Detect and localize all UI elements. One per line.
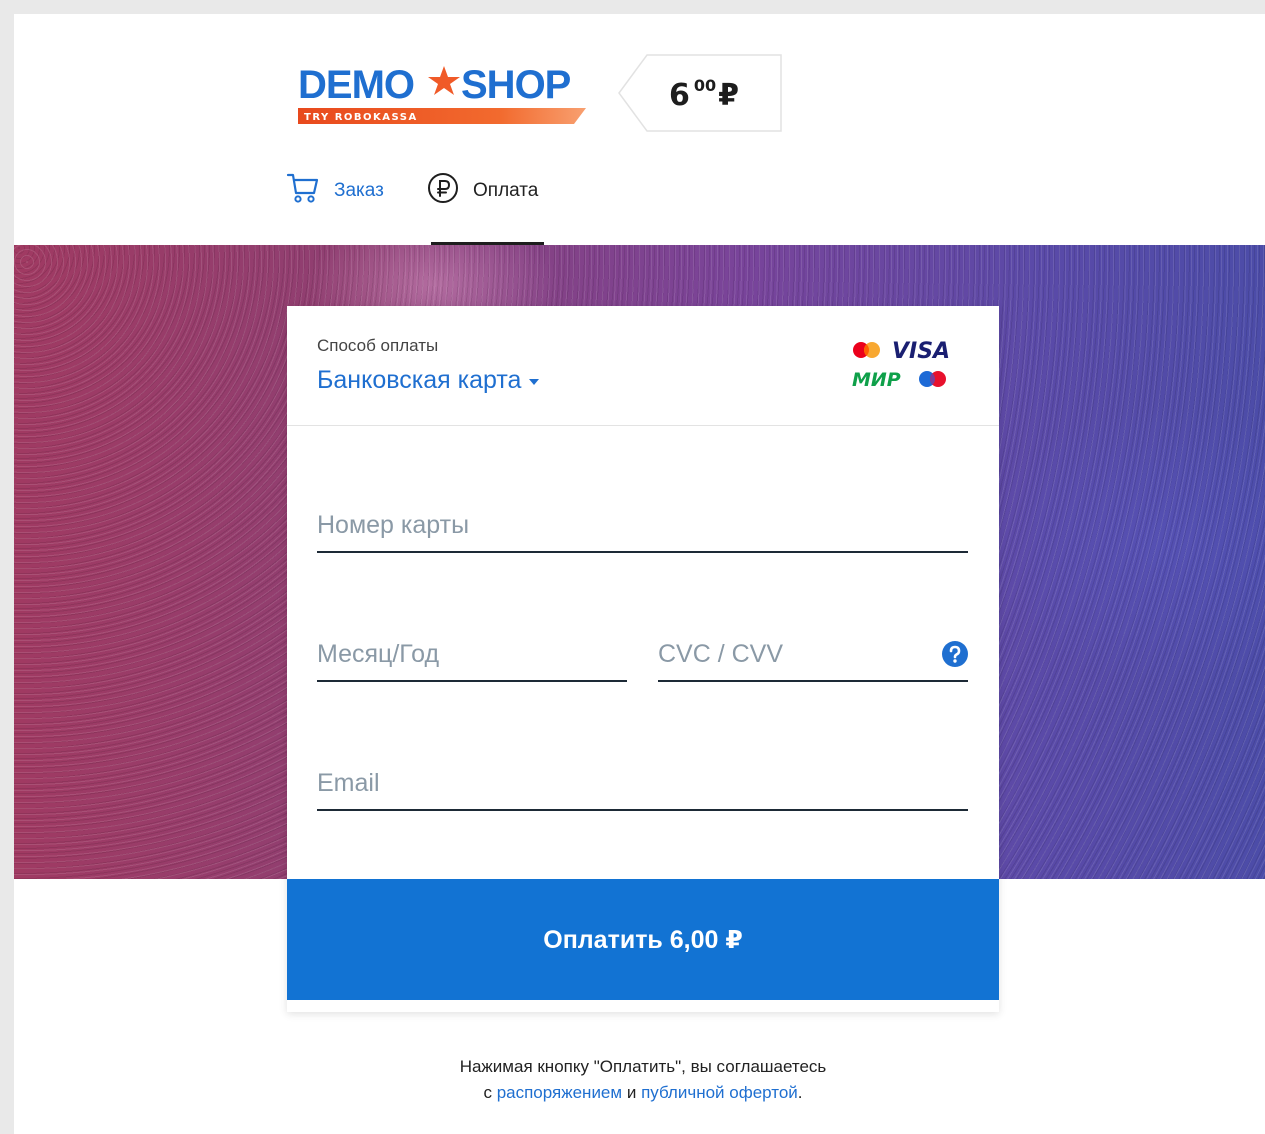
order-link[interactable]: распоряжением: [497, 1083, 622, 1102]
svg-text:МИР: МИР: [852, 369, 901, 391]
ruble-circle-icon: [427, 172, 459, 210]
order-total-tag: 6 00₽: [617, 54, 783, 132]
svg-text:DEMO: DEMO: [298, 63, 414, 107]
price-currency: ₽: [718, 78, 740, 113]
card-brand-logos: VISA МИР: [852, 336, 952, 392]
agreement-suffix: .: [797, 1083, 803, 1102]
help-icon[interactable]: [941, 640, 969, 668]
svg-text:VISA: VISA: [892, 339, 950, 364]
caret-down-icon: [529, 378, 540, 385]
tab-payment[interactable]: Оплата: [427, 172, 539, 210]
payment-method-header: Способ оплаты Банковская карта VISA МИР: [287, 306, 999, 426]
mastercard-icon: [853, 342, 880, 358]
agreement-line-2: с распоряжением и публичной офертой.: [287, 1080, 999, 1106]
agreement-line-1: Нажимая кнопку "Оплатить", вы соглашаете…: [459, 1057, 827, 1076]
expiry-date-input[interactable]: [317, 636, 627, 672]
payment-method-value: Банковская карта: [317, 366, 522, 394]
agreement-conjunction: и: [626, 1083, 637, 1102]
maestro-icon: [919, 371, 946, 387]
agreement-text: Нажимая кнопку "Оплатить", вы соглашаете…: [287, 1054, 999, 1106]
card-number-input[interactable]: [317, 507, 968, 543]
pay-button[interactable]: Оплатить 6,00 ₽: [287, 879, 999, 1000]
mir-icon: МИР: [852, 369, 901, 391]
cart-icon: [286, 171, 320, 211]
agreement-prefix: с: [483, 1083, 492, 1102]
payment-method-label: Способ оплаты: [317, 336, 439, 355]
visa-icon: VISA: [892, 339, 950, 364]
email-field: [317, 751, 968, 811]
payment-form-card: Способ оплаты Банковская карта VISA МИР …: [287, 306, 999, 1012]
tab-order-label: Заказ: [334, 180, 384, 201]
svg-text:SHOP: SHOP: [461, 63, 571, 107]
tab-payment-label: Оплата: [473, 180, 539, 201]
price-fraction: 00: [693, 76, 717, 95]
payment-method-dropdown[interactable]: Банковская карта: [317, 366, 540, 395]
cvc-field: [658, 622, 968, 682]
page-frame: DEMO SHOP TRY ROBOKASSA 6 00₽ Заказ Опла…: [14, 14, 1265, 1134]
tab-order[interactable]: Заказ: [286, 171, 384, 211]
svg-text:TRY ROBOKASSA: TRY ROBOKASSA: [304, 112, 418, 123]
cvc-input[interactable]: [658, 636, 968, 672]
price-integer: 6: [669, 78, 690, 113]
card-number-field: [317, 493, 968, 553]
demo-shop-logo: DEMO SHOP TRY ROBOKASSA: [298, 62, 588, 128]
public-offer-link[interactable]: публичной офертой: [641, 1083, 798, 1102]
order-total-amount: 6 00₽: [669, 76, 739, 113]
expiry-date-field: [317, 622, 627, 682]
email-input[interactable]: [317, 765, 968, 801]
